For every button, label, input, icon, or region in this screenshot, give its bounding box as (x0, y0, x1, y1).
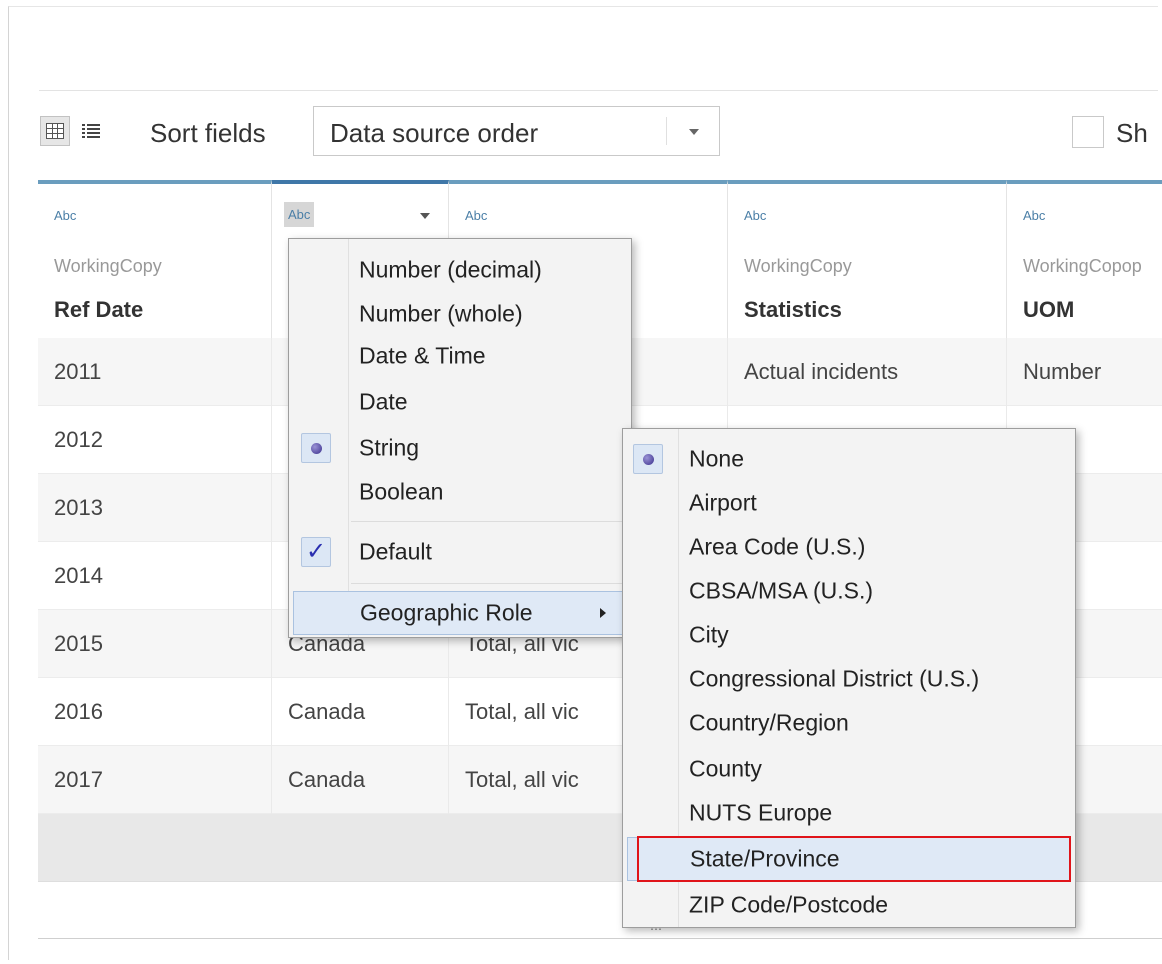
table-cell: 2014 (38, 542, 272, 610)
menu-item-default[interactable]: ✓ Default (289, 529, 631, 575)
geo-item-congressional-district[interactable]: Congressional District (U.S.) (623, 657, 1075, 701)
menu-divider (351, 583, 625, 584)
geo-item-nuts-europe[interactable]: NUTS Europe (623, 791, 1075, 835)
column-header[interactable]: Abc WorkingCopy Statistics (728, 180, 1007, 338)
table-cell: Canada (272, 746, 449, 814)
table-cell: 2016 (38, 678, 272, 746)
menu-item-label: Area Code (U.S.) (689, 533, 866, 560)
column-header[interactable]: Abc WorkingCopy Ref Date (38, 180, 272, 338)
show-checkbox[interactable] (1072, 116, 1104, 148)
geo-item-area-code[interactable]: Area Code (U.S.) (623, 525, 1075, 569)
list-view-icon (82, 124, 100, 138)
column-source: WorkingCopy (54, 256, 162, 276)
string-type-icon[interactable]: Abc (284, 202, 315, 227)
menu-item-date[interactable]: Date (289, 379, 631, 425)
menu-item-label: Congressional District (U.S.) (689, 665, 980, 692)
column-name: UOM (1023, 297, 1075, 322)
menu-divider (351, 521, 625, 522)
data-type-menu: Number (decimal) Number (whole) Date & T… (288, 238, 632, 638)
geo-item-cbsa-msa[interactable]: CBSA/MSA (U.S.) (623, 569, 1075, 613)
table-cell: Actual incidents (728, 338, 1007, 406)
top-divider (39, 90, 1158, 91)
menu-item-label: Geographic Role (360, 599, 533, 626)
column-name: Ref Date (54, 297, 144, 322)
menu-item-label: County (689, 755, 762, 782)
sort-fields-value: Data source order (330, 118, 539, 148)
menu-item-label: Number (whole) (359, 300, 523, 327)
menu-item-label: None (689, 445, 744, 472)
table-cell: Canada (272, 678, 449, 746)
table-cell: 2011 (38, 338, 272, 406)
menu-item-boolean[interactable]: Boolean (289, 469, 631, 515)
list-view-button[interactable] (76, 116, 106, 146)
sort-fields-dropdown[interactable]: Data source order (313, 106, 720, 156)
sort-fields-label: Sort fields (150, 118, 266, 148)
string-type-icon[interactable]: Abc (744, 208, 766, 223)
menu-item-label: NUTS Europe (689, 799, 833, 826)
chevron-down-icon (689, 129, 699, 135)
column-source: WorkingCopop (1023, 256, 1142, 276)
column-name: Statistics (744, 297, 842, 322)
table-cell: 2017 (38, 746, 272, 814)
menu-item-label: City (689, 621, 729, 648)
geo-item-zip-postcode[interactable]: ZIP Code/Postcode (623, 883, 1075, 927)
geo-item-city[interactable]: City (623, 613, 1075, 657)
table-cell: 2015 (38, 610, 272, 678)
geo-item-airport[interactable]: Airport (623, 481, 1075, 525)
horizontal-scrollbar[interactable] (38, 938, 1162, 944)
menu-item-label: Number (decimal) (359, 256, 542, 283)
menu-item-number-decimal[interactable]: Number (decimal) (289, 247, 631, 293)
string-type-icon[interactable]: Abc (1023, 208, 1045, 223)
geo-item-country-region[interactable]: Country/Region (623, 701, 1075, 745)
menu-item-label: Airport (689, 489, 757, 516)
menu-item-number-whole[interactable]: Number (whole) (289, 291, 631, 337)
menu-item-label: Date & Time (359, 342, 486, 369)
show-checkbox-label: Sh (1116, 118, 1148, 148)
menu-item-label: Date (359, 388, 408, 415)
grid-view-icon (46, 123, 64, 139)
menu-item-string[interactable]: String (289, 425, 631, 471)
menu-item-label: String (359, 434, 420, 461)
string-type-icon[interactable]: Abc (465, 208, 487, 223)
grid-view-button[interactable] (40, 116, 70, 146)
table-cell: 2012 (38, 406, 272, 474)
radio-selected-icon (633, 444, 663, 474)
highlight-box (637, 836, 1071, 882)
geo-item-county[interactable]: County (623, 747, 1075, 791)
menu-item-label: Default (359, 538, 432, 565)
toolbar: Sort fields Data source order Sh (40, 106, 1162, 158)
radio-selected-icon (301, 433, 331, 463)
menu-item-label: Country/Region (689, 709, 849, 736)
menu-item-geographic-role[interactable]: Geographic Role (293, 591, 627, 635)
dropdown-divider (666, 117, 667, 145)
column-header[interactable]: Abc WorkingCopop UOM (1007, 180, 1162, 338)
column-source: WorkingCopy (744, 256, 852, 276)
menu-item-label: ZIP Code/Postcode (689, 891, 889, 918)
string-type-icon[interactable]: Abc (54, 208, 76, 223)
table-cell: 2013 (38, 474, 272, 542)
menu-item-date-time[interactable]: Date & Time (289, 333, 631, 379)
menu-item-label: Boolean (359, 478, 444, 505)
checkmark-icon: ✓ (301, 537, 331, 567)
table-cell: Number (1007, 338, 1162, 406)
geo-item-none[interactable]: None (623, 437, 1075, 481)
menu-item-label: CBSA/MSA (U.S.) (689, 577, 874, 604)
chevron-right-icon (600, 608, 606, 618)
chevron-down-icon[interactable] (420, 213, 430, 219)
